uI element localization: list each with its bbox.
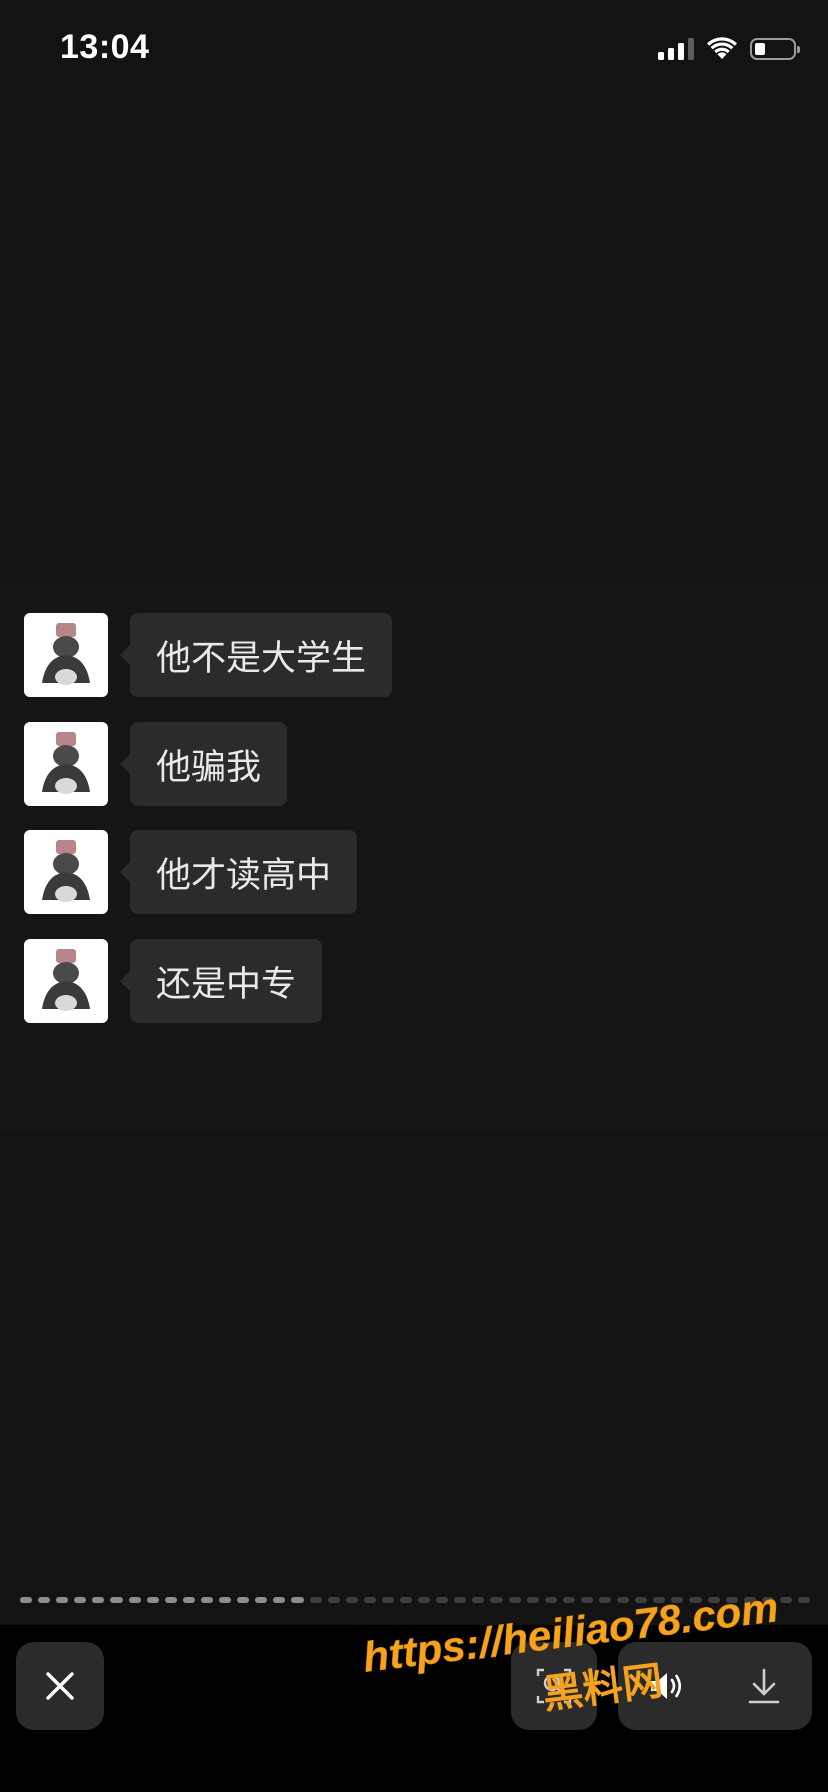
message-bubble: 还是中专 <box>119 939 323 1023</box>
page-progress-indicator <box>20 1597 811 1605</box>
progress-segment <box>635 1597 648 1603</box>
progress-segment <box>743 1597 756 1603</box>
search-person-icon <box>536 1668 572 1704</box>
progress-segment <box>399 1597 413 1603</box>
progress-segment <box>761 1597 774 1603</box>
progress-segment <box>526 1597 539 1603</box>
image-viewer-screen: 13:04 他不是大学生 他骗我 他才读高中 还是中专 https://heil… <box>0 0 828 1792</box>
search-person-button[interactable] <box>511 1642 597 1730</box>
progress-segment-viewed <box>219 1597 232 1603</box>
progress-segment <box>472 1597 485 1603</box>
download-icon <box>748 1668 779 1704</box>
progress-segment-viewed <box>128 1597 141 1603</box>
cellular-signal-icon <box>658 38 694 60</box>
progress-segment <box>798 1597 811 1603</box>
audio-button[interactable] <box>618 1642 715 1730</box>
progress-segment <box>617 1597 630 1603</box>
progress-segment <box>580 1597 593 1603</box>
progress-segment <box>454 1597 467 1603</box>
progress-segment <box>508 1597 521 1603</box>
progress-segment <box>599 1597 612 1603</box>
message-bubble: 他骗我 <box>119 722 288 806</box>
progress-segment-viewed <box>38 1597 51 1603</box>
message-bubble: 他才读高中 <box>119 830 358 914</box>
progress-segment <box>562 1597 575 1603</box>
wifi-icon <box>707 37 737 59</box>
progress-segment <box>689 1597 702 1603</box>
status-icons <box>658 34 800 64</box>
progress-segment-viewed <box>255 1597 268 1603</box>
chat-message-row: 他才读高中 <box>24 830 358 914</box>
progress-segment <box>490 1597 503 1603</box>
progress-segment <box>345 1597 358 1603</box>
progress-segment <box>418 1597 431 1603</box>
progress-segment-viewed <box>237 1597 250 1603</box>
close-button[interactable] <box>16 1642 104 1730</box>
progress-segment-viewed <box>56 1597 69 1603</box>
progress-segment <box>707 1597 720 1603</box>
progress-segment-viewed <box>273 1597 286 1603</box>
status-bar: 13:04 <box>0 0 828 100</box>
progress-segment <box>544 1597 557 1603</box>
progress-segment-viewed <box>20 1597 33 1603</box>
media-actions-group <box>618 1642 812 1730</box>
avatar <box>24 613 108 697</box>
progress-segment-viewed <box>146 1597 159 1603</box>
progress-segment-viewed <box>74 1597 87 1603</box>
battery-icon <box>750 38 800 60</box>
progress-segment-viewed <box>291 1597 304 1603</box>
progress-segment-viewed <box>164 1597 177 1603</box>
speaker-icon <box>650 1673 681 1699</box>
progress-segment-viewed <box>92 1597 105 1603</box>
avatar <box>24 830 108 914</box>
progress-segment <box>653 1597 666 1603</box>
close-icon <box>46 1672 74 1700</box>
chat-message-row: 他骗我 <box>24 722 288 806</box>
status-time: 13:04 <box>60 28 150 66</box>
progress-segment <box>779 1597 793 1603</box>
chat-screenshot-image[interactable]: 他不是大学生 他骗我 他才读高中 还是中专 <box>0 585 828 1130</box>
progress-segment-viewed <box>182 1597 195 1603</box>
progress-segment <box>381 1597 394 1603</box>
progress-segment <box>363 1597 376 1603</box>
message-bubble: 他不是大学生 <box>119 613 393 697</box>
avatar <box>24 939 108 1023</box>
avatar <box>24 722 108 806</box>
progress-segment-viewed <box>110 1597 123 1603</box>
download-button[interactable] <box>715 1642 812 1730</box>
progress-segment <box>309 1597 322 1603</box>
progress-segment <box>671 1597 684 1603</box>
progress-segment <box>725 1597 738 1603</box>
progress-segment <box>436 1597 449 1603</box>
progress-segment <box>327 1597 340 1603</box>
chat-message-row: 还是中专 <box>24 939 323 1023</box>
bottom-toolbar <box>0 1625 828 1792</box>
progress-segment-viewed <box>200 1597 214 1603</box>
chat-message-row: 他不是大学生 <box>24 613 393 697</box>
